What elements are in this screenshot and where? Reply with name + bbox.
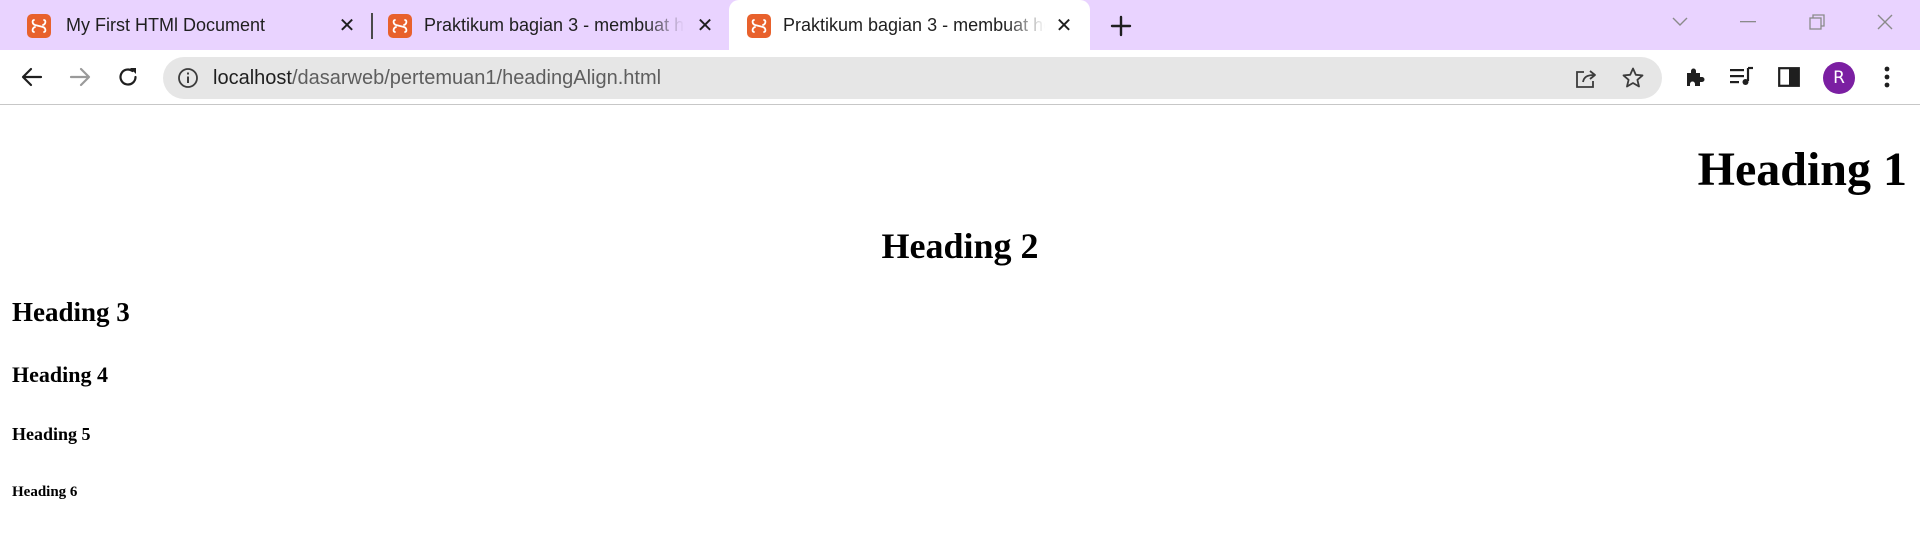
back-button[interactable] (15, 60, 49, 94)
forward-button[interactable] (63, 60, 97, 94)
media-control-button[interactable] (1726, 61, 1758, 93)
profile-avatar[interactable]: R (1823, 62, 1855, 94)
restore-button[interactable] (1787, 0, 1847, 44)
chevron-down-icon (1672, 17, 1688, 26)
reload-button[interactable] (111, 60, 145, 94)
xampp-favicon-icon (388, 14, 412, 38)
tab-close-icon[interactable]: ✕ (1052, 13, 1076, 37)
address-bar[interactable]: localhost/dasarweb/pertemuan1/headingAli… (163, 57, 1662, 99)
extensions-button[interactable] (1679, 61, 1711, 93)
address-host: localhost (213, 67, 292, 89)
browser-menu-button[interactable] (1871, 61, 1903, 93)
bookmark-button[interactable] (1618, 63, 1648, 93)
tab-strip: My First HTMl Document ✕ Praktikum bagia… (0, 0, 1920, 50)
back-arrow-icon (21, 67, 43, 87)
heading-1: Heading 1 (1697, 143, 1907, 196)
minimize-icon (1740, 21, 1756, 23)
restore-icon (1809, 14, 1825, 30)
tab-search-button[interactable] (1650, 0, 1710, 44)
page-content: Heading 1 Heading 2 Heading 3 Heading 4 … (0, 106, 1920, 547)
xampp-favicon-icon (27, 14, 51, 38)
side-panel-icon (1778, 67, 1800, 87)
reload-icon (119, 68, 137, 86)
new-tab-button[interactable] (1107, 12, 1135, 40)
tab-1[interactable]: My First HTMl Document ✕ (0, 0, 365, 50)
kebab-menu-icon (1884, 66, 1890, 88)
heading-3: Heading 3 (12, 297, 130, 327)
tab-3-active[interactable]: Praktikum bagian 3 - membuat heading ✕ (729, 0, 1090, 50)
heading-6: Heading 6 (12, 484, 78, 500)
close-icon (1877, 14, 1893, 30)
heading-2: Heading 2 (881, 226, 1039, 266)
share-icon (1576, 70, 1596, 88)
tab-close-icon[interactable]: ✕ (335, 13, 359, 37)
side-panel-button[interactable] (1773, 61, 1805, 93)
tab-close-icon[interactable]: ✕ (693, 13, 717, 37)
address-path: /dasarweb/pertemuan1/headingAlign.html (291, 67, 662, 89)
plus-icon (1110, 15, 1132, 37)
tab-title: Praktikum bagian 3 - membuat heading (424, 15, 684, 35)
browser-toolbar: localhost/dasarweb/pertemuan1/headingAli… (0, 50, 1920, 105)
heading-5: Heading 5 (12, 424, 91, 444)
heading-4: Heading 4 (12, 362, 108, 387)
forward-arrow-icon (69, 67, 91, 87)
info-icon[interactable] (177, 67, 199, 89)
minimize-button[interactable] (1718, 0, 1778, 44)
tab-title: Praktikum bagian 3 - membuat heading (783, 15, 1045, 35)
media-control-icon (1730, 66, 1753, 85)
tab-2[interactable]: Praktikum bagian 3 - membuat heading ✕ (372, 0, 729, 50)
tab-title: My First HTMl Document (66, 15, 266, 35)
extensions-icon (1687, 68, 1705, 86)
star-icon (1622, 67, 1644, 88)
xampp-favicon-icon (747, 14, 771, 38)
address-url[interactable]: localhost/dasarweb/pertemuan1/headingAli… (213, 57, 661, 99)
close-window-button[interactable] (1855, 0, 1915, 44)
share-button[interactable] (1571, 63, 1601, 93)
